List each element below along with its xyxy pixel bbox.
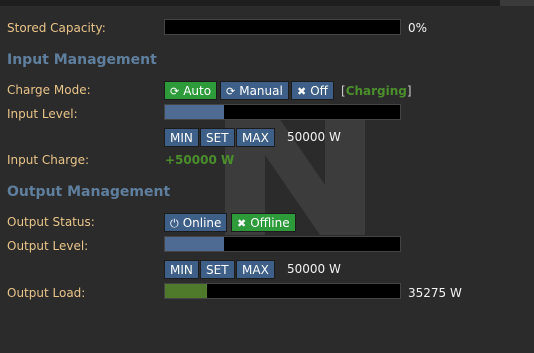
top-strip [0,0,534,6]
refresh-icon: ⟳ [226,85,236,98]
close-icon: ✖ [237,217,247,230]
output-load-bar [164,283,401,299]
output-management-heading: Output Management [7,184,171,200]
output-status-label: Output Status: [7,215,95,229]
charge-status: [Charging] [341,84,412,98]
charge-off-button[interactable]: ✖ Off [291,81,334,100]
output-level-fill [165,237,224,251]
output-online-button[interactable]: ⏻ Online [164,213,228,232]
input-level-min-button[interactable]: MIN [164,128,199,147]
output-online-label: Online [182,216,222,230]
input-charge-label: Input Charge: [7,153,89,167]
input-management-heading: Input Management [7,52,157,68]
charge-manual-label: Manual [239,84,283,98]
stored-capacity-bar [164,19,401,35]
input-level-set-button[interactable]: SET [200,128,235,147]
output-load-label: Output Load: [7,286,86,300]
charge-auto-button[interactable]: ⟳ Auto [164,81,218,100]
charge-status-text: Charging [345,84,407,98]
output-load-value: 35275 W [408,286,462,300]
output-offline-button[interactable]: ✖ Offline [231,213,296,232]
window-corner [500,0,534,6]
input-level-fill [165,105,224,119]
charge-mode-label: Charge Mode: [7,83,91,97]
close-icon: ✖ [297,85,307,98]
charge-auto-label: Auto [183,84,212,98]
output-load-fill [165,284,208,298]
input-level-bar[interactable] [164,104,401,120]
stored-capacity-value: 0% [408,21,428,35]
output-level-label: Output Level: [7,239,89,253]
output-offline-label: Offline [250,216,290,230]
output-level-value: 50000 W [287,262,341,276]
input-level-label: Input Level: [7,107,78,121]
output-level-set-button[interactable]: SET [200,260,235,279]
charge-off-label: Off [310,84,328,98]
charge-status-close: ] [406,84,412,98]
stored-capacity-label: Stored Capacity: [7,21,106,35]
input-level-value: 50000 W [287,130,341,144]
output-level-min-button[interactable]: MIN [164,260,199,279]
output-level-max-button[interactable]: MAX [236,260,275,279]
input-charge-value: +50000 W [165,153,235,167]
input-level-max-button[interactable]: MAX [236,128,275,147]
power-icon: ⏻ [170,217,179,230]
refresh-icon: ⟳ [170,85,180,98]
output-level-bar[interactable] [164,236,401,252]
charge-manual-button[interactable]: ⟳ Manual [220,81,289,100]
